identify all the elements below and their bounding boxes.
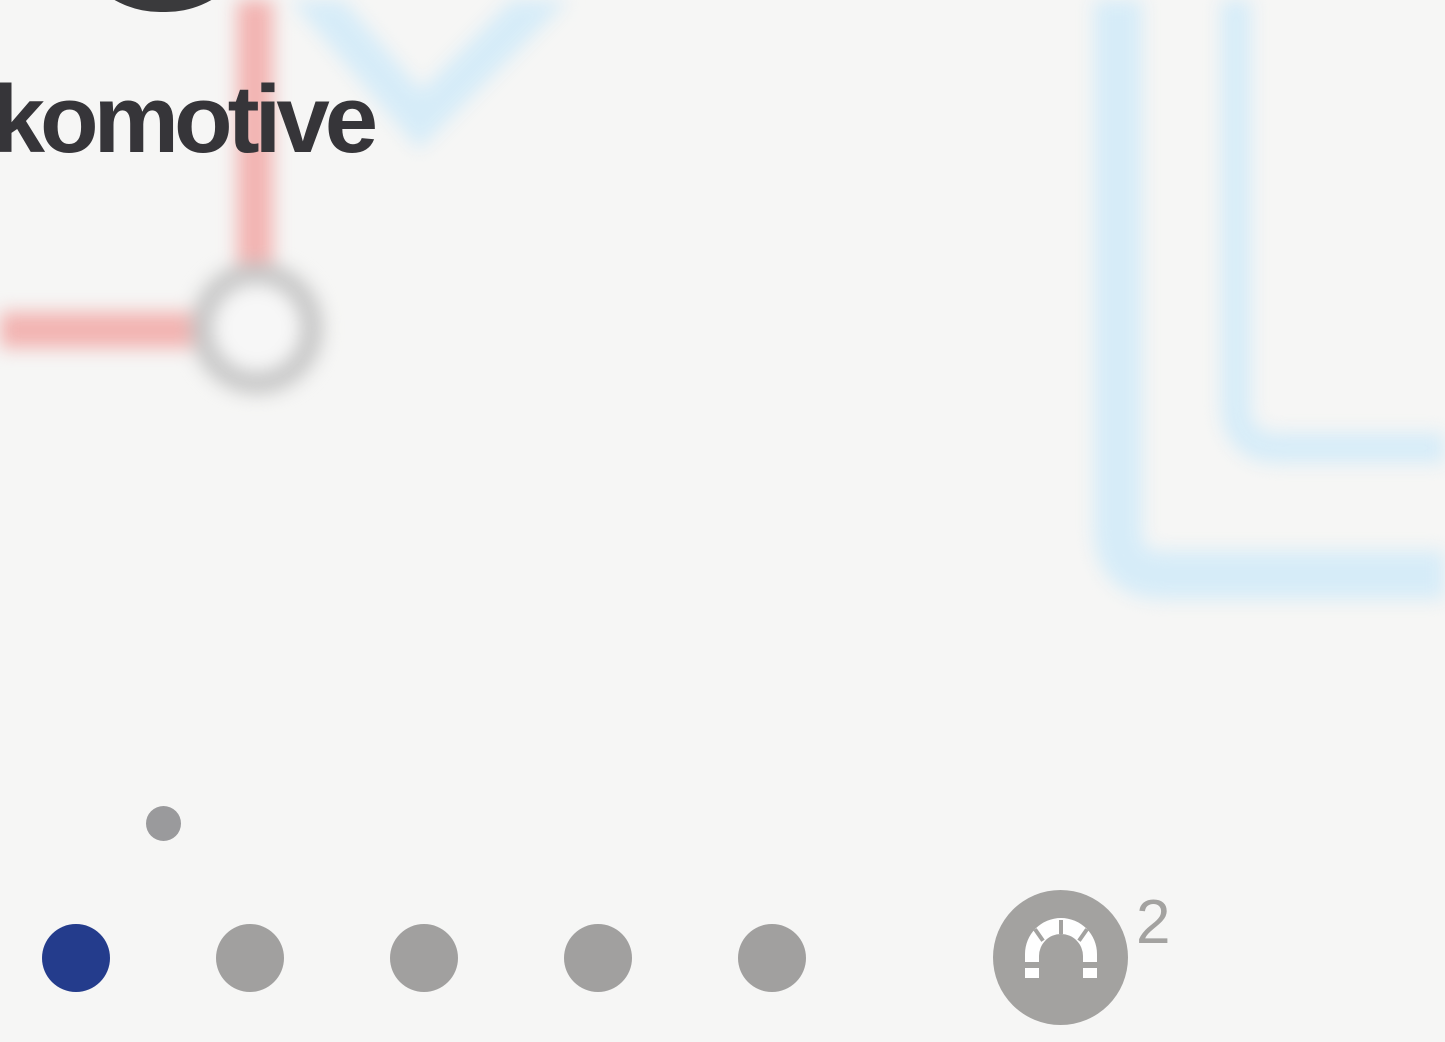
blue-metro-line-loop [1094, 0, 1445, 599]
line-dot-4[interactable] [564, 924, 632, 992]
blue-metro-line-inner [1221, 0, 1445, 463]
tunnel-count: 2 [1136, 888, 1171, 957]
line-dot-1[interactable] [42, 924, 110, 992]
line-dot-5[interactable] [738, 924, 806, 992]
station-ring [191, 262, 323, 394]
tunnel-icon [1021, 918, 1101, 978]
selected-line-indicator [146, 806, 181, 841]
line-dot-2[interactable] [216, 924, 284, 992]
tunnel-button[interactable] [993, 890, 1128, 1025]
game-screen: okomotive 2 [0, 0, 1445, 1042]
station-name: okomotive [0, 66, 378, 173]
line-dot-3[interactable] [390, 924, 458, 992]
